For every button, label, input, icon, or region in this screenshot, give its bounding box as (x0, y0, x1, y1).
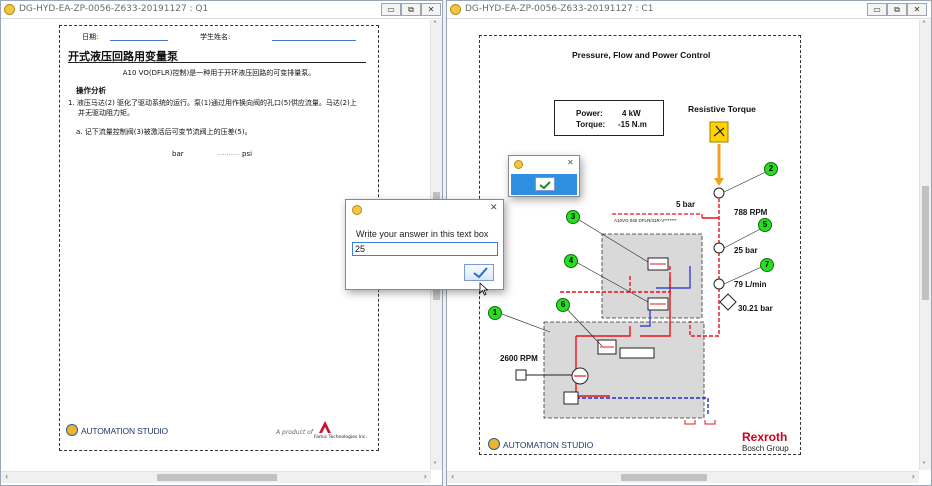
famic-logo-icon (319, 421, 331, 433)
rexroth-brand: Rexroth (742, 430, 788, 444)
section-title: 操作分析 (76, 86, 106, 95)
check-icon (535, 177, 555, 191)
answer-prompt: Write your answer in this text box (356, 229, 489, 239)
minimize-button[interactable]: ▭ (381, 3, 401, 16)
intro-text: A10 VO(DFLR)控制)是一种用于开环液压回路的可变排量泵。 (122, 69, 316, 77)
answer-dialog-close[interactable]: ✕ (490, 203, 498, 213)
footer-company-text: Famic Technologies Inc. (314, 435, 367, 440)
left-horizontal-scrollbar[interactable]: ‹ › (1, 471, 431, 483)
question-a-text: a. 记下流量控制阀(3)被激活后可变节流阀上的压差(5)。 (76, 128, 252, 136)
footer-logo-text: AUTOMATION STUDIO (503, 440, 594, 450)
bosch-group-text: Bosch Group (742, 444, 789, 453)
student-name-line (272, 40, 356, 41)
date-line (110, 40, 168, 41)
confirm-dialog: ✕ (508, 155, 580, 197)
heading-rule (68, 62, 366, 63)
right-vertical-scrollbar[interactable]: ˄ ˅ (919, 20, 931, 470)
scroll-down-arrow[interactable]: ˅ (433, 461, 437, 470)
step1-text-continued: 并无驱动阻力矩。 (78, 109, 134, 117)
hydraulic-schematic (501, 121, 771, 425)
dialog-logo-icon (514, 160, 523, 169)
component-badge-5[interactable]: 5 (758, 218, 772, 232)
right-vertical-scroll-thumb[interactable] (922, 186, 929, 300)
left-window-title: DG-HYD-EA-ZP-0056-Z633-20191127 : Q1 (19, 4, 209, 14)
app-logo-icon (4, 4, 15, 15)
footer-product-text: A product of (276, 429, 313, 436)
restore-button[interactable]: ⧉ (887, 3, 907, 16)
date-label: 日期: (82, 33, 99, 41)
minimize-button[interactable]: ▭ (867, 3, 887, 16)
scroll-right-arrow[interactable]: › (912, 472, 915, 481)
right-window-title: DG-HYD-EA-ZP-0056-Z633-20191127 : C1 (465, 4, 654, 14)
scroll-left-arrow[interactable]: ‹ (5, 472, 8, 481)
dialog-logo-icon (352, 205, 362, 215)
close-button[interactable]: ✕ (421, 3, 441, 16)
worksheet-page: 日期: 学生姓名: 开式液压回路用变量泵 A10 VO(DFLR)控制)是一种用… (59, 25, 379, 451)
schematic-page: Pressure, Flow and Power Control Power: … (479, 35, 801, 455)
app-logo-icon (450, 4, 461, 15)
unit-psi-label: psi (242, 150, 253, 158)
right-horizontal-scrollbar[interactable]: ‹ › (447, 471, 919, 483)
check-icon (473, 267, 488, 279)
unit-bar-label: bar (172, 150, 184, 158)
component-badge-1[interactable]: 1 (488, 306, 502, 320)
automation-studio-logo (488, 438, 500, 450)
step1-text: 1. 液压马达(2) 驱化了驱动系统的运行。泵(1)通过用作换向阀的孔口(5)供… (68, 99, 357, 107)
confirm-dialog-close[interactable]: ✕ (567, 158, 574, 167)
left-horizontal-scroll-thumb[interactable] (157, 474, 277, 481)
right-title-bar: DG-HYD-EA-ZP-0056-Z633-20191127 : C1 ▭ ⧉… (447, 1, 931, 19)
component-badge-3[interactable]: 3 (566, 210, 580, 224)
answer-dialog: ✕ Write your answer in this text box 25 (345, 199, 504, 290)
answer-input-value: 25 (355, 244, 366, 254)
mouse-cursor-icon (479, 282, 489, 296)
answer-ok-button[interactable] (464, 264, 494, 281)
confirm-ok-button[interactable] (511, 174, 577, 195)
scroll-up-arrow[interactable]: ˄ (922, 20, 926, 29)
component-badge-6[interactable]: 6 (556, 298, 570, 312)
right-horizontal-scroll-thumb[interactable] (621, 474, 707, 481)
scroll-left-arrow[interactable]: ‹ (451, 472, 454, 481)
component-badge-4[interactable]: 4 (564, 254, 578, 268)
close-button[interactable]: ✕ (907, 3, 927, 16)
restore-button[interactable]: ⧉ (401, 3, 421, 16)
component-badge-7[interactable]: 7 (760, 258, 774, 272)
footer-logo-text: AUTOMATION STUDIO (81, 426, 168, 436)
answer-dots: ............ (217, 150, 240, 157)
right-window: DG-HYD-EA-ZP-0056-Z633-20191127 : C1 ▭ ⧉… (446, 0, 932, 486)
component-badge-2[interactable]: 2 (764, 162, 778, 176)
left-title-bar: DG-HYD-EA-ZP-0056-Z633-20191127 : Q1 ▭ ⧉… (1, 1, 442, 19)
scroll-down-arrow[interactable]: ˅ (922, 461, 926, 470)
scroll-right-arrow[interactable]: › (424, 472, 427, 481)
answer-input[interactable]: 25 (352, 242, 498, 256)
scroll-up-arrow[interactable]: ˄ (433, 20, 437, 29)
automation-studio-logo (66, 424, 78, 436)
student-name-label: 学生姓名: (200, 33, 231, 41)
